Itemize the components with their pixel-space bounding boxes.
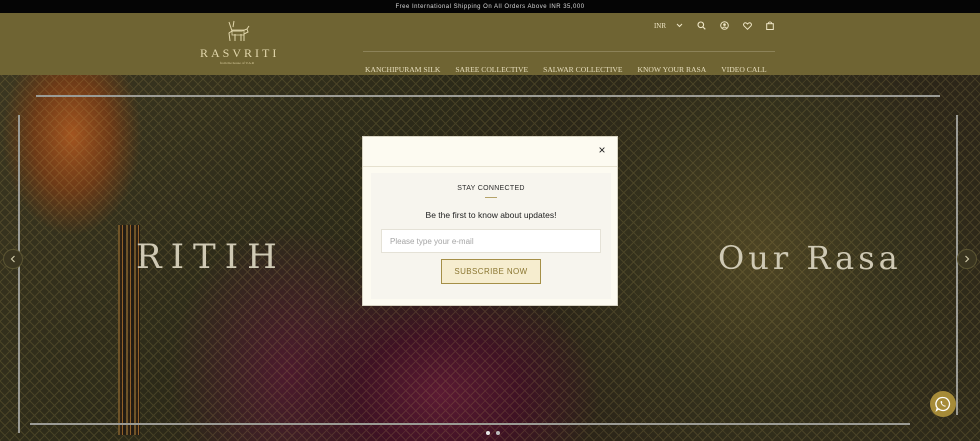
- chevron-right-icon: [965, 255, 970, 263]
- close-icon[interactable]: ×: [595, 143, 609, 157]
- announcement-bar: Free International Shipping On All Order…: [0, 0, 980, 13]
- site-header: RASVRITI from the house of V.A.R INR KAN…: [0, 13, 980, 75]
- modal-subtitle: Be the first to know about updates!: [425, 210, 557, 220]
- slider-prev-button[interactable]: [3, 249, 23, 269]
- nav-item-kanchipuram-silk[interactable]: KANCHIPURAM SILK: [365, 65, 455, 74]
- nav-item-video-call[interactable]: VIDEO CALL: [721, 65, 781, 74]
- header-utilities: INR: [654, 21, 774, 30]
- hero-frame-right: [956, 115, 958, 415]
- nav-item-saree-collective[interactable]: SAREE COLLECTIVE: [455, 65, 543, 74]
- search-icon[interactable]: [697, 21, 706, 30]
- whatsapp-chat-button[interactable]: [930, 391, 956, 417]
- chevron-down-icon: [676, 23, 683, 28]
- chevron-left-icon: [10, 255, 15, 263]
- brand-tagline: from the house of V.A.R: [219, 61, 255, 65]
- account-icon[interactable]: [720, 21, 729, 30]
- slider-next-button[interactable]: [957, 249, 977, 269]
- announcement-text: Free International Shipping On All Order…: [395, 3, 585, 10]
- modal-divider: [363, 166, 617, 167]
- hero-frame-left: [18, 115, 20, 433]
- hero-frame-top: [36, 95, 940, 97]
- slider-pagination: [486, 431, 500, 435]
- nav-item-salwar-collective[interactable]: SALWAR COLLECTIVE: [543, 65, 637, 74]
- title-underline: [485, 197, 497, 198]
- newsletter-modal: × STAY CONNECTED Be the first to know ab…: [362, 136, 618, 306]
- deer-emblem-icon: [228, 20, 250, 42]
- brand-name: RASVRITI: [200, 46, 280, 60]
- slider-dot[interactable]: [486, 431, 490, 435]
- hero-title-right: Our Rasa: [718, 239, 902, 277]
- hero-title-left: RITIH: [136, 237, 286, 277]
- subscribe-button[interactable]: SUBSCRIBE NOW: [441, 259, 541, 284]
- slider-dot[interactable]: [496, 431, 500, 435]
- cart-bag-icon[interactable]: [766, 21, 774, 30]
- nav-item-know-your-rasa[interactable]: KNOW YOUR RASA: [637, 65, 721, 74]
- main-nav: KANCHIPURAM SILK SAREE COLLECTIVE SALWAR…: [365, 51, 782, 74]
- wishlist-heart-icon[interactable]: [743, 21, 752, 30]
- modal-body: STAY CONNECTED Be the first to know abou…: [371, 173, 611, 299]
- hero-frame-bottom: [30, 423, 910, 425]
- currency-selector[interactable]: INR: [654, 22, 683, 30]
- brand-logo[interactable]: RASVRITI from the house of V.A.R: [200, 19, 280, 73]
- modal-title: STAY CONNECTED: [457, 185, 525, 192]
- currency-label: INR: [653, 21, 666, 30]
- email-field[interactable]: [381, 229, 601, 253]
- whatsapp-icon: [935, 396, 951, 412]
